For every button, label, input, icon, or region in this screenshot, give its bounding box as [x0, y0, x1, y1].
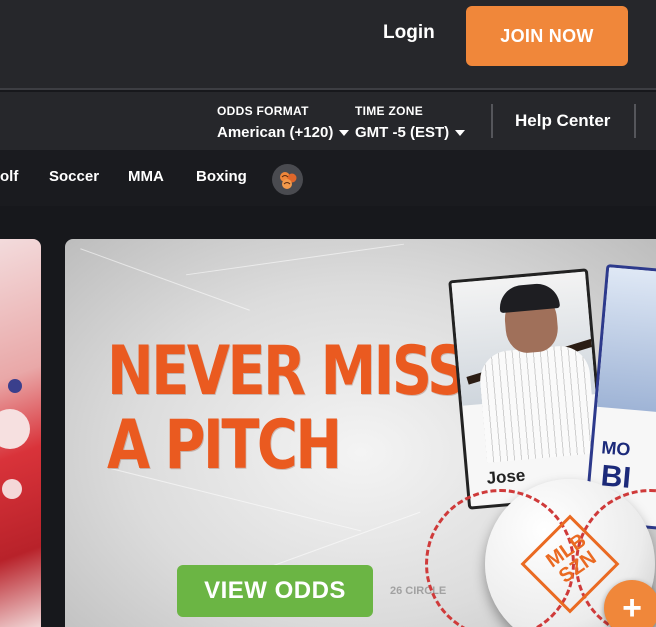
previous-promo-card[interactable]: [0, 239, 41, 627]
odds-format-dropdown[interactable]: ODDS FORMAT American (+120): [217, 104, 350, 141]
texture-line: [186, 243, 404, 276]
decor-dot: [8, 379, 22, 393]
sports-nav: olf Soccer MMA Boxing: [0, 150, 656, 206]
promo-headline: NEVER MISS A PITCH: [107, 332, 467, 485]
multi-ball-icon[interactable]: [272, 164, 303, 195]
texture-line: [80, 248, 250, 311]
top-header: Login JOIN NOW: [0, 0, 656, 90]
sport-tab-soccer[interactable]: Soccer: [49, 168, 99, 185]
caret-down-icon: [455, 129, 466, 136]
view-odds-button[interactable]: VIEW ODDS: [177, 565, 373, 617]
player-card-name: Jose: [485, 465, 527, 488]
player-card-name: MO: [600, 437, 632, 460]
time-zone-dropdown[interactable]: TIME ZONE GMT -5 (EST): [355, 104, 466, 141]
player-card: Jose: [448, 268, 608, 510]
time-zone-value: GMT -5 (EST): [355, 124, 450, 141]
sport-tab-mma[interactable]: MMA: [128, 168, 164, 185]
settings-bar: ODDS FORMAT American (+120) TIME ZONE GM…: [0, 92, 656, 150]
player-jersey: [477, 343, 597, 463]
headline-line-1: NEVER MISS: [107, 332, 467, 411]
time-zone-value-row[interactable]: GMT -5 (EST): [355, 124, 466, 141]
decor-blob: [2, 479, 22, 499]
help-center-link[interactable]: Help Center: [515, 111, 610, 131]
odds-format-value-row[interactable]: American (+120): [217, 124, 350, 141]
join-now-button[interactable]: JOIN NOW: [466, 6, 628, 66]
odds-format-value: American (+120): [217, 124, 334, 141]
promo-carousel: NEVER MISS A PITCH VIEW ODDS 26 CIRCLE J…: [0, 206, 656, 627]
headline-line-2: A PITCH: [107, 406, 342, 485]
card-background: [597, 267, 656, 413]
sport-tab-boxing[interactable]: Boxing: [196, 168, 247, 185]
decor-blob: [0, 409, 30, 449]
time-zone-label: TIME ZONE: [355, 104, 424, 118]
promo-card-never-miss-a-pitch[interactable]: NEVER MISS A PITCH VIEW ODDS 26 CIRCLE J…: [65, 239, 656, 627]
multi-ball-icon-glyph: [279, 171, 296, 189]
odds-format-label: ODDS FORMAT: [217, 104, 309, 118]
sport-tab-golf[interactable]: olf: [0, 168, 18, 185]
texture-line: [269, 511, 421, 568]
divider: [634, 104, 636, 138]
add-button[interactable]: +: [604, 580, 656, 627]
caret-down-icon: [339, 129, 350, 136]
divider: [491, 104, 493, 138]
login-link[interactable]: Login: [383, 22, 435, 44]
